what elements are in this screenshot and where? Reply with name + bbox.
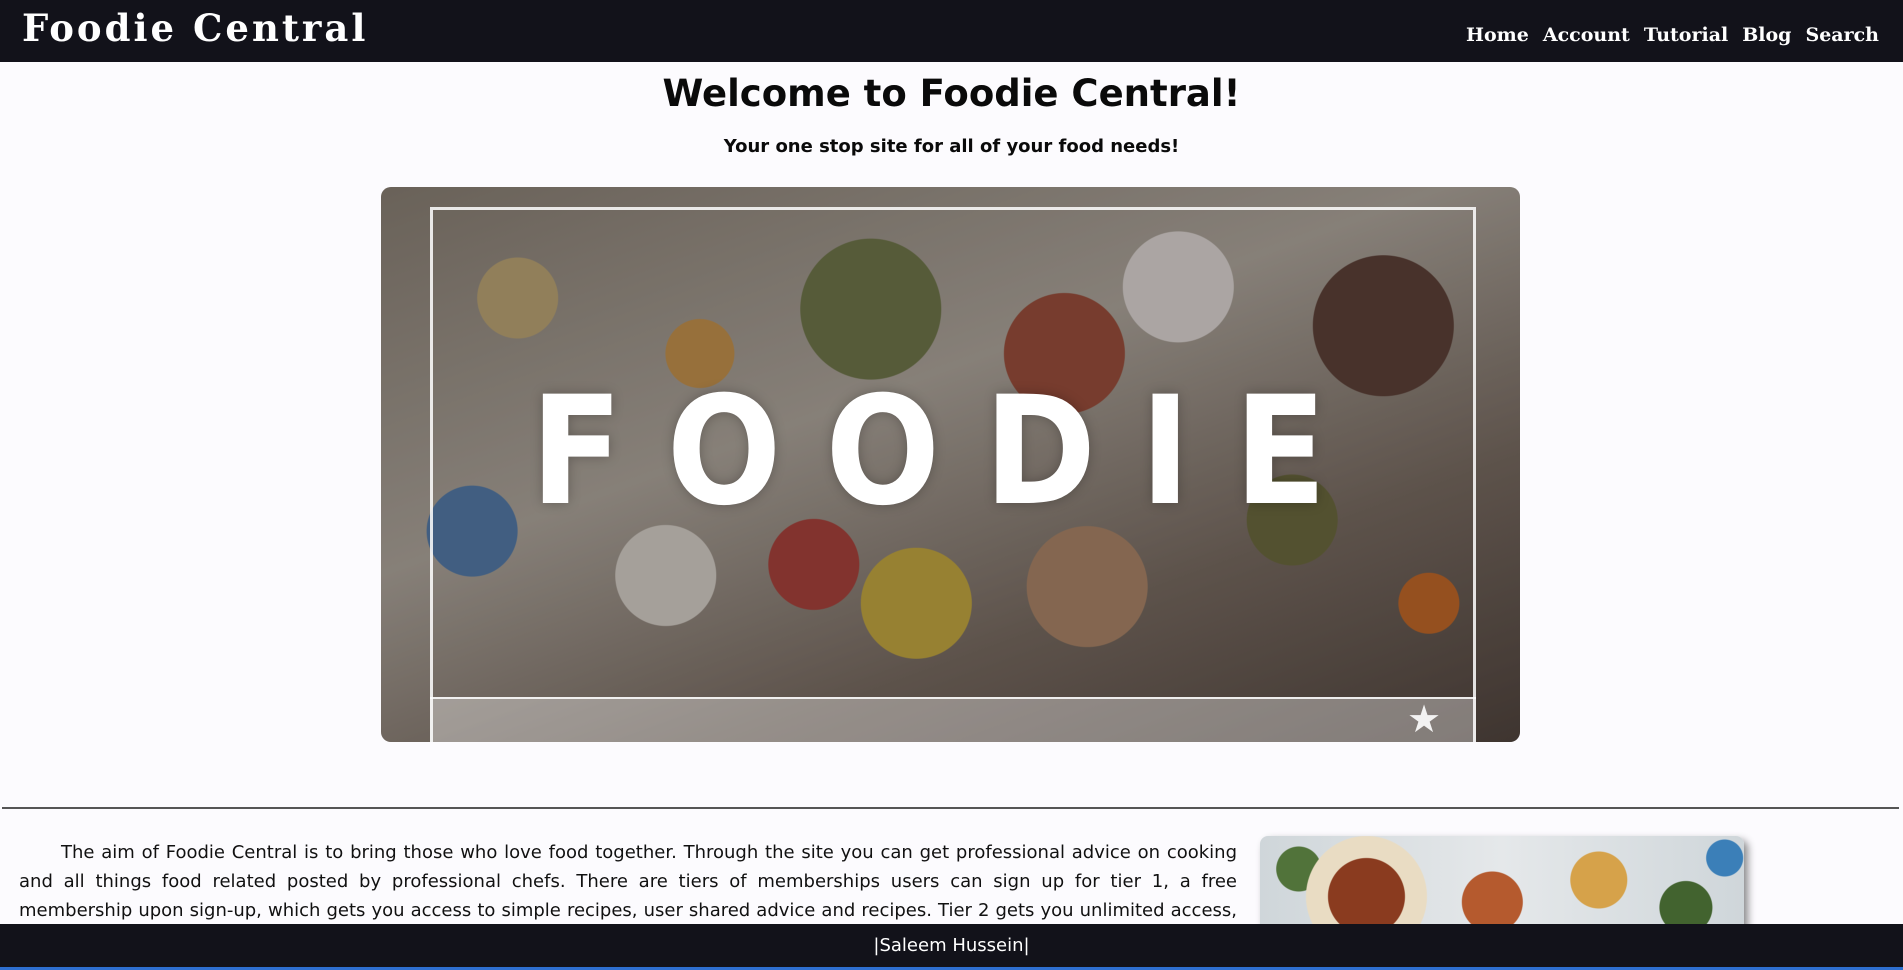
nav-blog-link[interactable]: Blog — [1742, 24, 1791, 46]
main-nav: Home Account Tutorial Blog Search — [1466, 24, 1879, 46]
section-divider — [2, 807, 1899, 809]
site-brand[interactable]: Foodie Central — [22, 6, 368, 50]
nav-search-link[interactable]: Search — [1805, 24, 1879, 46]
nav-account-link[interactable]: Account — [1543, 24, 1630, 46]
page-title: Welcome to Foodie Central! — [662, 72, 1241, 115]
page-tagline: Your one stop site for all of your food … — [723, 136, 1180, 157]
nav-home-link[interactable]: Home — [1466, 24, 1529, 46]
hero-bottom-strip — [430, 697, 1476, 742]
hero-image: FOODIE ★ — [381, 187, 1520, 742]
star-icon: ★ — [1407, 697, 1442, 741]
top-navbar: Foodie Central Home Account Tutorial Blo… — [0, 0, 1903, 62]
footer-credit: |Saleem Hussein| — [873, 935, 1030, 956]
site-footer: |Saleem Hussein| — [0, 924, 1903, 970]
nav-tutorial-link[interactable]: Tutorial — [1644, 24, 1728, 46]
hero-logo-text: FOODIE — [530, 365, 1371, 539]
